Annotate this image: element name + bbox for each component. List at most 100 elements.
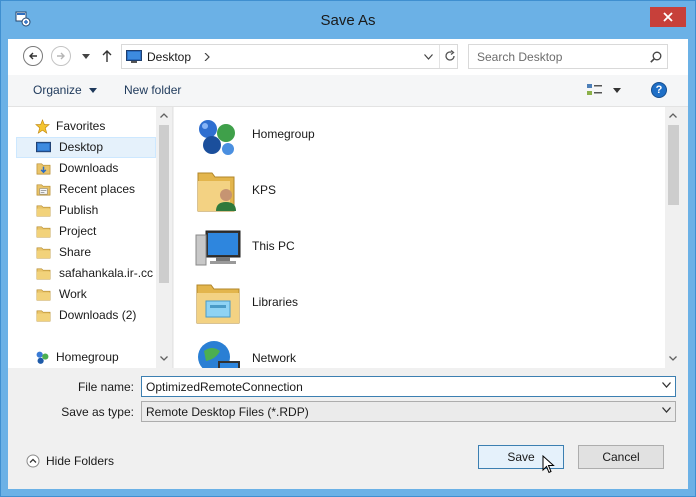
file-list-scrollbar[interactable] (665, 107, 682, 368)
sidebar-favorites-label: Favorites (56, 119, 106, 133)
back-button[interactable] (23, 46, 43, 66)
navigation-scroll-thumb[interactable] (159, 125, 169, 283)
breadcrumb-chevron-icon[interactable] (204, 53, 210, 61)
sidebar-item-recent-places[interactable]: Recent places (8, 179, 156, 200)
new-folder-button[interactable]: New folder (124, 83, 181, 97)
sidebar-item-label: Desktop (59, 140, 104, 154)
change-view-button[interactable] (587, 83, 625, 99)
sidebar-item-label: Share (59, 245, 92, 259)
save-type-label: Save as type: (61, 405, 134, 419)
save-label: Save (507, 450, 535, 464)
libraries-icon (196, 284, 240, 324)
folder-icon (36, 205, 51, 217)
chevron-down-icon (613, 88, 621, 93)
organize-label: Organize (33, 83, 82, 97)
address-text: Desktop (147, 50, 192, 64)
forward-button[interactable] (51, 46, 71, 66)
close-icon (663, 12, 673, 22)
search-icon[interactable] (650, 51, 662, 63)
folder-icon (36, 226, 51, 238)
desktop-icon (126, 50, 142, 63)
list-item-label: Homegroup (252, 127, 315, 141)
view-details-icon (587, 84, 602, 95)
title-bar[interactable]: Save As (1, 1, 695, 39)
hide-folders-label: Hide Folders (46, 454, 115, 468)
sidebar-item-desktop[interactable]: Desktop (16, 137, 156, 158)
list-item-network[interactable]: Network (194, 335, 594, 368)
scroll-up-icon[interactable] (669, 113, 677, 118)
sidebar-item-label: Project (59, 224, 97, 238)
scroll-down-icon[interactable] (669, 356, 677, 361)
user-folder-icon (197, 172, 236, 212)
search-box[interactable]: Search Desktop (468, 44, 668, 69)
navigation-bar: Desktop Search Desktop (8, 39, 688, 75)
file-name-field[interactable]: OptimizedRemoteConnection (141, 376, 676, 397)
sidebar-item-project[interactable]: Project (8, 221, 156, 242)
cancel-button[interactable]: Cancel (578, 445, 664, 469)
sidebar-item-label: Downloads (59, 161, 119, 175)
dialog-client: Desktop Search Desktop Organize New fold… (8, 39, 688, 489)
sidebar-favorites[interactable]: Favorites (8, 116, 156, 137)
chevron-down-icon (89, 88, 98, 94)
sidebar-item-label: Publish (59, 203, 99, 217)
refresh-icon (445, 50, 455, 61)
save-form: File name: OptimizedRemoteConnection Sav… (8, 368, 688, 489)
navigation-pane: Favorites Desktop Downloads Recent place… (8, 107, 173, 368)
homegroup-icon (199, 120, 235, 155)
list-item-label: Libraries (252, 295, 299, 309)
sidebar-item-label: Downloads (2) (59, 308, 137, 322)
network-icon (198, 341, 240, 368)
save-type-select[interactable]: Remote Desktop Files (*.RDP) (141, 401, 676, 422)
arrow-right-icon (57, 52, 65, 60)
hide-folders-button[interactable]: Hide Folders (26, 454, 114, 468)
close-button[interactable] (650, 7, 686, 27)
sidebar-item-safahankala[interactable]: safahankala.ir-.cc (8, 263, 156, 284)
chevron-down-icon (662, 407, 671, 413)
navigation-scrollbar[interactable] (156, 107, 172, 368)
address-bar[interactable]: Desktop (121, 44, 458, 69)
recent-locations-dropdown[interactable] (82, 54, 90, 60)
window-title: Save As (320, 12, 376, 29)
sidebar-homegroup[interactable]: Homegroup (8, 347, 156, 368)
list-item-libraries[interactable]: Libraries (194, 279, 594, 329)
organize-button[interactable]: Organize (33, 83, 98, 97)
help-icon: ? (655, 84, 663, 96)
homegroup-icon (36, 351, 49, 364)
chevron-down-icon[interactable] (662, 382, 671, 388)
sidebar-item-label: Work (59, 287, 87, 301)
list-item-label: Network (252, 351, 297, 365)
sidebar-item-share[interactable]: Share (8, 242, 156, 263)
list-item-label: This PC (252, 239, 295, 253)
downloads-icon (36, 163, 51, 175)
cancel-label: Cancel (602, 450, 640, 464)
file-list: Homegroup KPS This PC Libraries Network (174, 107, 674, 368)
file-list-scroll-thumb[interactable] (668, 125, 679, 205)
sidebar-item-downloads-2[interactable]: Downloads (2) (8, 305, 156, 326)
sidebar-item-publish[interactable]: Publish (8, 200, 156, 221)
star-icon (35, 119, 50, 134)
up-arrow-icon[interactable] (101, 49, 113, 63)
folder-icon (36, 247, 51, 259)
scroll-up-icon[interactable] (160, 113, 168, 118)
sidebar-item-work[interactable]: Work (8, 284, 156, 305)
search-input[interactable]: Search Desktop (477, 50, 562, 64)
refresh-button[interactable] (439, 45, 458, 68)
folder-icon (36, 268, 51, 280)
list-item-homegroup[interactable]: Homegroup (194, 111, 594, 161)
help-button[interactable]: ? (651, 82, 667, 98)
chevron-down-icon[interactable] (424, 54, 433, 60)
save-as-dialog: Save As Desktop Search Desktop Organize … (0, 0, 696, 497)
chevron-up-circle-icon (26, 454, 40, 468)
folder-icon (36, 289, 51, 301)
mouse-cursor-icon (542, 455, 555, 474)
list-item-this-pc[interactable]: This PC (194, 223, 594, 273)
folder-icon (36, 310, 51, 322)
list-item-label: KPS (252, 183, 277, 197)
file-name-input[interactable]: OptimizedRemoteConnection (146, 380, 303, 394)
file-name-label: File name: (77, 380, 134, 394)
scroll-down-icon[interactable] (160, 356, 168, 361)
arrow-left-icon (29, 52, 37, 60)
list-item-kps[interactable]: KPS (194, 167, 594, 217)
sidebar-item-downloads[interactable]: Downloads (8, 158, 156, 179)
desktop-icon (36, 141, 51, 153)
